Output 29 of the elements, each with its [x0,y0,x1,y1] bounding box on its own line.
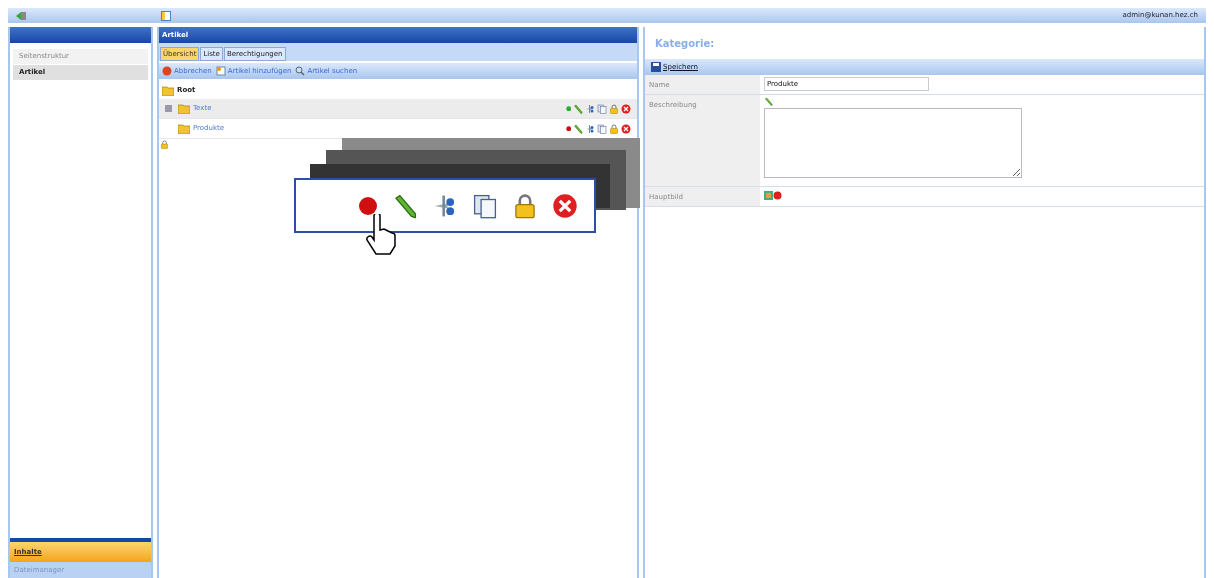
status-dot-icon[interactable] [565,105,571,112]
exit-icon[interactable] [16,10,27,21]
delete-icon[interactable] [621,123,631,134]
status-dot-icon[interactable] [358,195,378,216]
form-title: Kategorie: [654,36,716,51]
folder-icon [178,103,190,114]
window-icon[interactable] [161,10,171,21]
search-icon [295,66,306,76]
copy-icon[interactable] [597,103,607,114]
copy-icon[interactable] [597,123,607,134]
status-dot-icon[interactable] [565,125,571,132]
cancel-icon [162,66,172,76]
folder-icon [178,123,190,134]
pencil-icon[interactable] [392,192,418,219]
delete-icon[interactable] [621,103,631,114]
pencil-icon[interactable] [573,103,583,114]
copy-icon[interactable] [472,192,498,219]
pencil-icon[interactable] [764,97,773,106]
page-add-icon [215,66,226,76]
delete-icon[interactable] [773,191,782,200]
lock-icon[interactable] [609,123,619,134]
folder-icon [162,84,174,96]
lock-icon[interactable] [160,140,169,149]
delete-icon[interactable] [552,192,578,219]
description-field[interactable] [764,108,1022,178]
floppy-icon [651,62,661,72]
lock-icon[interactable] [609,103,619,114]
lock-icon[interactable] [512,192,538,219]
pencil-icon[interactable] [573,123,583,134]
